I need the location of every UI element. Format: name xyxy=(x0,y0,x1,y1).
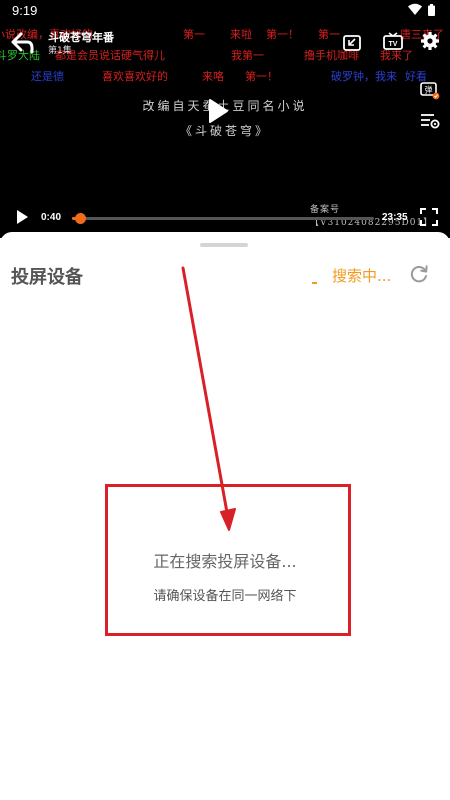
center-play-button[interactable] xyxy=(207,98,229,128)
tv-icon: TV xyxy=(383,32,403,50)
gear-icon xyxy=(421,32,439,50)
refresh-icon xyxy=(410,265,428,283)
danmaku-comment: 第一！ xyxy=(266,28,299,41)
sheet-title: 投屏设备 xyxy=(11,267,83,288)
danmaku-comment: 我第一 xyxy=(231,49,264,62)
back-button[interactable] xyxy=(8,30,38,56)
settings-button[interactable] xyxy=(420,31,440,55)
play-icon xyxy=(209,99,228,123)
loading-indicator xyxy=(312,282,317,284)
screen-mirror-icon xyxy=(343,35,361,51)
screen-mirror-button[interactable] xyxy=(342,33,362,57)
danmaku-comment: 喜欢喜欢好的 xyxy=(102,70,168,83)
progress-knob[interactable] xyxy=(75,213,87,224)
danmaku-comment: 第一 xyxy=(183,28,205,41)
play-icon xyxy=(17,210,28,224)
total-time: 23:35 xyxy=(382,212,408,223)
status-time: 9:19 xyxy=(12,3,38,18)
annotation-highlight-box xyxy=(105,484,351,636)
svg-text:弹: 弹 xyxy=(425,85,433,95)
episode-label: 第1集 xyxy=(48,46,72,56)
sheet-drag-handle[interactable] xyxy=(200,243,248,247)
tv-cast-button[interactable]: TV xyxy=(382,32,404,56)
danmaku-comment: 第一 xyxy=(318,28,340,41)
danmaku-comment: 我来 xyxy=(375,70,397,83)
danmaku-comment: 来咯 xyxy=(202,70,224,83)
video-player[interactable]: 9:19 小说改编，喜欢好的 第一 来啦 第一！ 第一 唐三来了 斗罗大陆 都是… xyxy=(0,0,450,238)
battery-icon xyxy=(428,4,435,20)
fullscreen-icon xyxy=(420,208,438,226)
progress-bar[interactable] xyxy=(72,213,374,224)
danmaku-comment: 第一！ xyxy=(245,70,278,83)
back-arrow-icon xyxy=(11,32,34,54)
fullscreen-button[interactable] xyxy=(420,208,438,230)
svg-text:TV: TV xyxy=(389,41,398,48)
status-bar: 9:19 xyxy=(0,0,450,22)
refresh-button[interactable] xyxy=(408,263,430,289)
danmaku-comment: 来啦 xyxy=(230,28,252,41)
wifi-icon xyxy=(408,3,422,19)
danmaku-comment: 破罗钟， xyxy=(331,70,375,83)
play-button[interactable] xyxy=(14,209,30,229)
danmaku-comment: 还是德 xyxy=(31,70,64,83)
current-time: 0:40 xyxy=(41,212,62,223)
searching-status: 搜索中... xyxy=(332,267,392,285)
